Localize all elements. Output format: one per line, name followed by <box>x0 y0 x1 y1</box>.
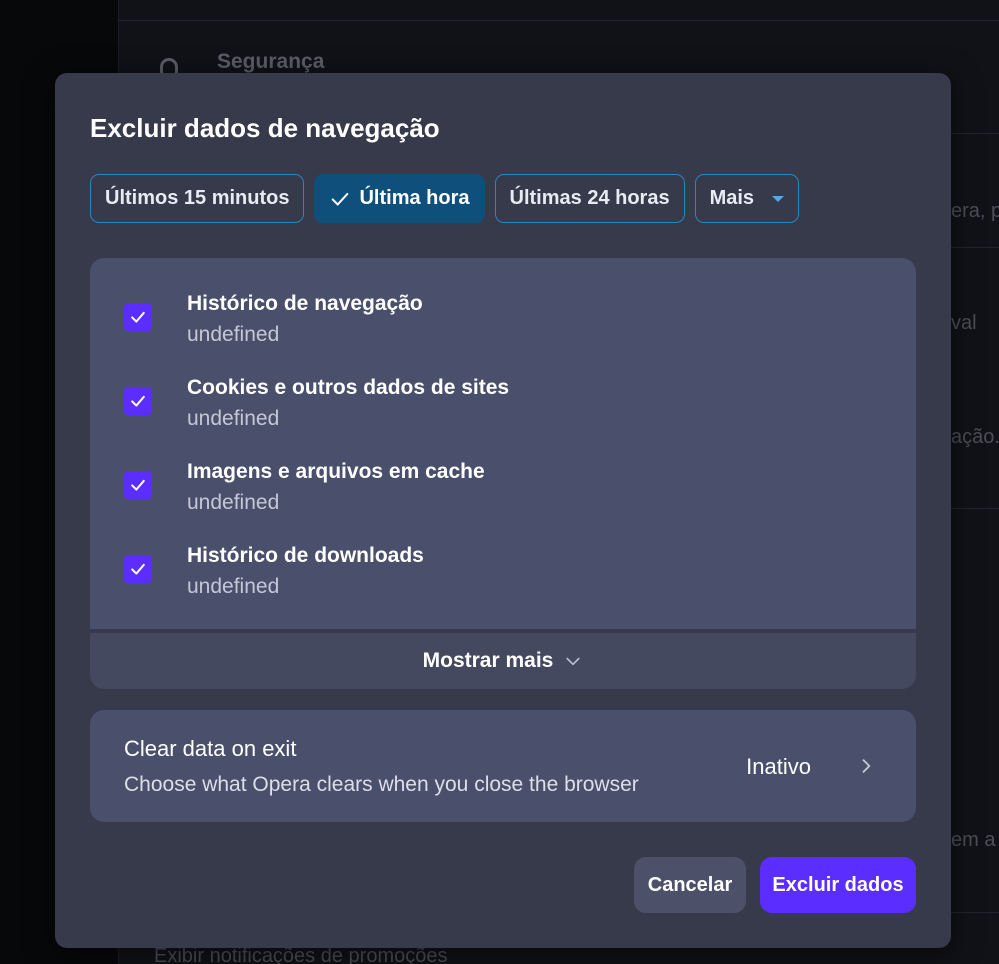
checkbox-cookies[interactable] <box>124 387 152 415</box>
checkbox-browsing-history[interactable] <box>124 303 152 331</box>
chip-label: Mais <box>709 187 755 209</box>
background-text-fragment: era, p <box>951 200 999 222</box>
data-item-cookies[interactable]: Cookies e outros dados de sites undefine… <box>90 356 916 440</box>
item-label: Cookies e outros dados de sites <box>187 376 510 399</box>
item-label: Histórico de navegação <box>187 292 423 315</box>
clear-on-exit-description: Choose what Opera clears when you close … <box>124 773 639 796</box>
divider <box>951 133 999 134</box>
data-item-cache[interactable]: Imagens e arquivos em cache undefined <box>90 440 916 524</box>
chip-label: Últimas 24 horas <box>509 187 670 209</box>
data-types-list: Histórico de navegação undefined Cookies… <box>90 258 916 629</box>
chevron-right-icon <box>862 759 871 773</box>
show-more-button[interactable]: Mostrar mais <box>90 633 916 689</box>
item-sublabel: undefined <box>187 575 280 598</box>
checkbox-downloads[interactable] <box>124 555 152 583</box>
divider <box>118 20 999 21</box>
show-more-label: Mostrar mais <box>422 649 554 672</box>
item-label: Imagens e arquivos em cache <box>187 460 485 483</box>
background-text-fragment: ação. <box>951 426 999 448</box>
time-range-15-minutes[interactable]: Últimos 15 minutos <box>90 174 305 223</box>
background-text-fragment: val <box>951 312 977 334</box>
data-item-downloads[interactable]: Histórico de downloads undefined <box>90 524 916 608</box>
clear-browsing-data-dialog: Excluir dados de navegação Últimos 15 mi… <box>55 73 951 948</box>
chevron-down-icon <box>566 657 581 666</box>
caret-down-icon <box>772 195 785 202</box>
time-range-last-hour[interactable]: Última hora <box>314 174 485 223</box>
time-range-selector: Últimos 15 minutos Última hora Últimas 2… <box>90 174 800 223</box>
data-item-browsing-history[interactable]: Histórico de navegação undefined <box>90 272 916 356</box>
time-range-more-dropdown[interactable]: Mais <box>694 174 800 223</box>
clear-on-exit-status: Inativo <box>746 754 811 779</box>
item-label: Histórico de downloads <box>187 544 424 567</box>
chip-label: Última hora <box>359 187 470 209</box>
check-icon <box>131 563 145 575</box>
clear-data-on-exit-row[interactable]: Clear data on exit Choose what Opera cle… <box>90 710 916 822</box>
dialog-title: Excluir dados de navegação <box>90 113 440 143</box>
checkbox-cache[interactable] <box>124 471 152 499</box>
check-icon <box>131 395 145 407</box>
item-sublabel: undefined <box>187 323 280 346</box>
check-icon <box>131 479 145 491</box>
item-sublabel: undefined <box>187 491 280 514</box>
divider <box>951 247 999 248</box>
background-text-fragment: em a <box>951 829 996 851</box>
check-icon <box>332 192 349 206</box>
clear-on-exit-title: Clear data on exit <box>124 736 297 761</box>
item-sublabel: undefined <box>187 407 280 430</box>
delete-data-button[interactable]: Excluir dados <box>760 857 916 913</box>
cancel-button[interactable]: Cancelar <box>634 857 746 913</box>
divider <box>951 508 999 509</box>
time-range-24-hours[interactable]: Últimas 24 horas <box>494 174 685 223</box>
background-section-title: Segurança <box>217 50 325 73</box>
check-icon <box>131 311 145 323</box>
chip-label: Últimos 15 minutos <box>105 187 290 209</box>
